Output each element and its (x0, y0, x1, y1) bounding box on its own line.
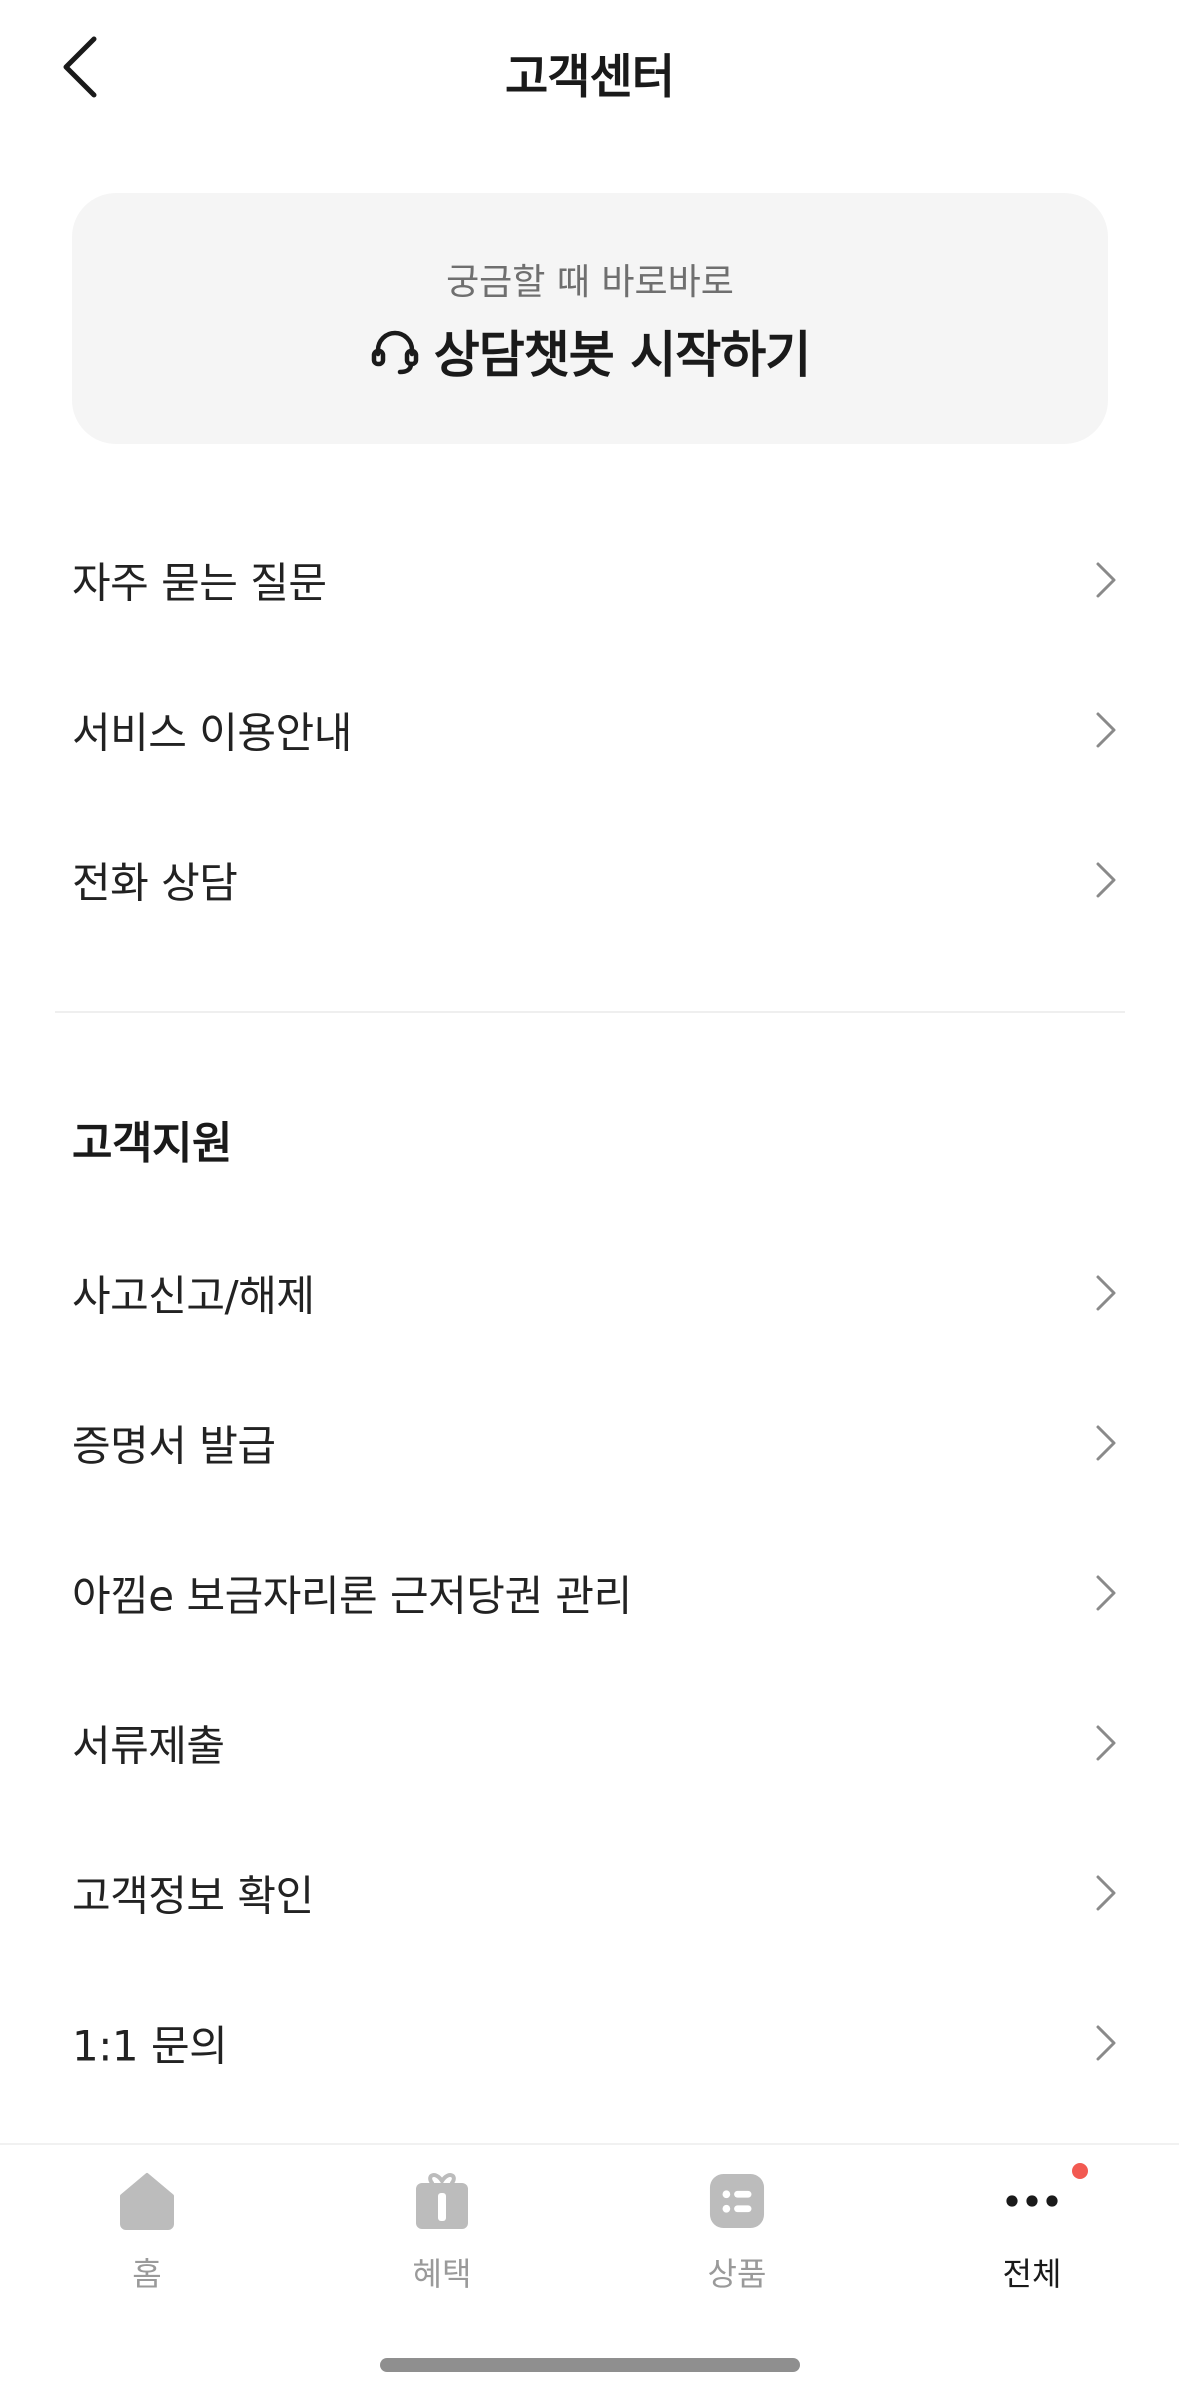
headset-icon (371, 330, 419, 375)
section-title-support: 고객지원 (72, 1118, 232, 1169)
chevron-right-icon (1096, 1275, 1116, 1311)
page-title: 고객센터 (505, 50, 675, 105)
tab-all[interactable]: 전체 (932, 2163, 1132, 2301)
home-icon (119, 2171, 175, 2231)
menu-item-phone-consult[interactable]: 전화 상담 (0, 805, 1179, 955)
chevron-right-icon (1096, 562, 1116, 598)
header: 고객센터 (0, 0, 1179, 135)
chatbot-start-button[interactable]: 상담챗봇 시작하기 (72, 315, 1108, 387)
support-item-label: 서류제출 (72, 1721, 225, 1771)
divider (55, 1011, 1125, 1013)
tab-products[interactable]: 상품 (637, 2171, 837, 2301)
chevron-right-icon (1096, 1725, 1116, 1761)
support-item-label: 1:1 문의 (72, 2021, 228, 2071)
tab-label: 혜택 (412, 2255, 472, 2293)
support-item-accident-report[interactable]: 사고신고/해제 (0, 1218, 1179, 1368)
support-item-mortgage-management[interactable]: 아낌e 보금자리론 근저당권 관리 (0, 1518, 1179, 1668)
chevron-right-icon (1096, 712, 1116, 748)
chevron-right-icon (1096, 862, 1116, 898)
gift-icon (414, 2171, 470, 2231)
support-item-customer-info[interactable]: 고객정보 확인 (0, 1818, 1179, 1968)
tab-benefits[interactable]: 혜택 (342, 2171, 542, 2301)
menu-item-label: 전화 상담 (72, 858, 238, 908)
support-item-inquiry[interactable]: 1:1 문의 (0, 1968, 1179, 2118)
support-item-label: 아낌e 보금자리론 근저당권 관리 (72, 1571, 632, 1621)
chevron-right-icon (1096, 1425, 1116, 1461)
tab-label: 상품 (707, 2255, 767, 2293)
home-indicator (380, 2358, 800, 2372)
menu-item-label: 자주 묻는 질문 (72, 558, 327, 608)
notification-dot (1072, 2163, 1088, 2179)
menu-item-label: 서비스 이용안내 (72, 708, 352, 758)
menu-item-service-guide[interactable]: 서비스 이용안내 (0, 655, 1179, 805)
chevron-right-icon (1096, 1875, 1116, 1911)
chatbot-card[interactable]: 궁금할 때 바로바로 상담챗봇 시작하기 (72, 193, 1108, 444)
tab-label: 홈 (132, 2255, 162, 2293)
more-icon (1004, 2171, 1060, 2231)
chevron-right-icon (1096, 2025, 1116, 2061)
support-item-label: 사고신고/해제 (72, 1271, 315, 1321)
chevron-right-icon (1096, 1575, 1116, 1611)
chatbot-label: 상담챗봇 시작하기 (433, 326, 811, 384)
list-icon (709, 2171, 765, 2231)
support-item-label: 증명서 발급 (72, 1421, 276, 1471)
chatbot-subtitle: 궁금할 때 바로바로 (446, 262, 734, 303)
support-item-document-submit[interactable]: 서류제출 (0, 1668, 1179, 1818)
menu-item-faq[interactable]: 자주 묻는 질문 (0, 505, 1179, 655)
support-item-certificate[interactable]: 증명서 발급 (0, 1368, 1179, 1518)
support-item-label: 고객정보 확인 (72, 1871, 314, 1921)
tab-label: 전체 (1002, 2255, 1062, 2293)
tab-home[interactable]: 홈 (47, 2171, 247, 2301)
